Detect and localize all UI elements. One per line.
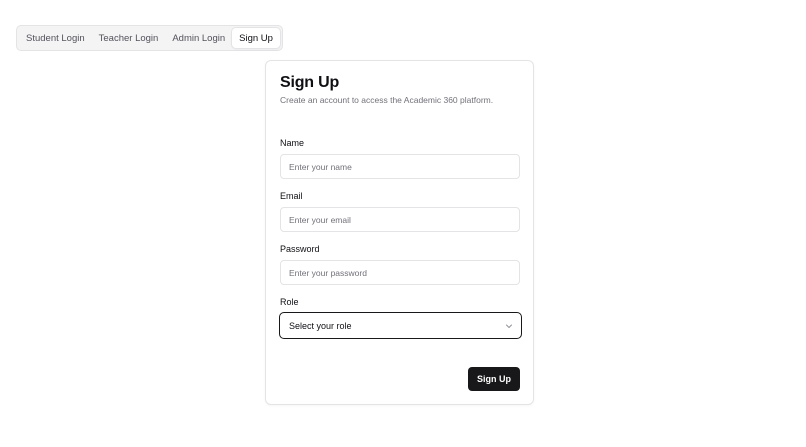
login-tabs: Student Login Teacher Login Admin Login … (16, 25, 283, 51)
name-label: Name (280, 138, 305, 148)
email-label: Email (280, 191, 303, 201)
card-description: Create an account to access the Academic… (280, 95, 494, 105)
tab-student-login[interactable]: Student Login (19, 28, 92, 48)
chevron-down-icon (505, 322, 513, 330)
password-label: Password (280, 244, 320, 254)
password-input[interactable] (280, 260, 520, 285)
role-select[interactable]: Select your role (279, 312, 522, 339)
name-input[interactable] (280, 154, 520, 179)
role-label: Role (280, 297, 299, 307)
role-select-value: Select your role (289, 320, 352, 331)
tab-admin-login[interactable]: Admin Login (165, 28, 232, 48)
tab-sign-up[interactable]: Sign Up (232, 28, 280, 48)
sign-up-card: Sign Up Create an account to access the … (265, 60, 534, 405)
sign-up-button[interactable]: Sign Up (468, 367, 520, 391)
tab-teacher-login[interactable]: Teacher Login (92, 28, 166, 48)
card-title: Sign Up (280, 74, 340, 91)
email-input[interactable] (280, 207, 520, 232)
